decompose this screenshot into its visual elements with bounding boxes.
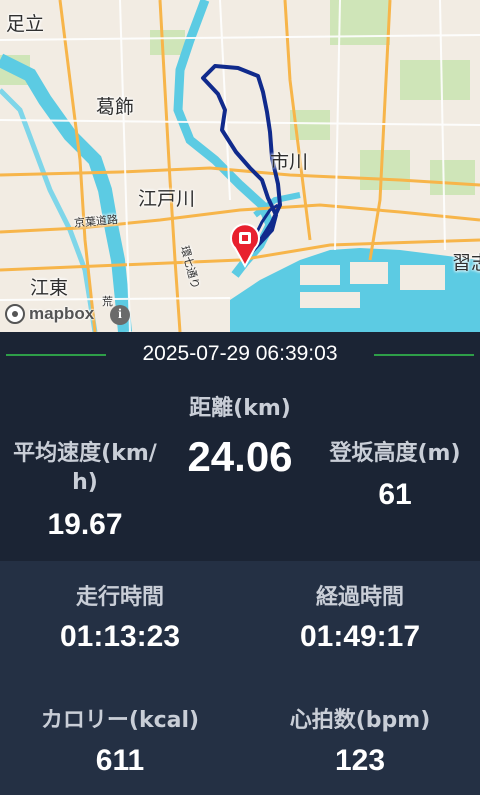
heart-rate-label: 心拍数(bpm)	[289, 708, 431, 733]
map-canvas	[0, 0, 480, 332]
map-label-ichikawa: 市川	[270, 151, 309, 173]
map-label-edogawa: 江戸川	[138, 188, 196, 210]
moving-time-value: 01:13:23	[59, 620, 181, 653]
calories-label: カロリー(kcal)	[40, 708, 200, 733]
avg-speed-value: 19.67	[47, 508, 123, 541]
info-icon[interactable]: i	[110, 305, 130, 325]
map-label-koto: 江東	[30, 277, 69, 299]
mapbox-mark-icon	[5, 304, 25, 324]
map-label-katsushika: 葛飾	[96, 96, 135, 118]
mapbox-logo[interactable]: mapbox	[5, 303, 94, 325]
map-label-narashino: 習志	[452, 252, 480, 274]
moving-time-label: 走行時間	[75, 585, 164, 610]
calories-value: 611	[95, 744, 145, 777]
date-divider-left	[6, 354, 106, 356]
date-divider-right	[374, 354, 474, 356]
distance-label: 距離(km)	[189, 396, 291, 421]
climb-label: 登坂高度(m)	[329, 441, 461, 466]
heart-rate-value: 123	[334, 744, 386, 777]
mapbox-wordmark: mapbox	[29, 304, 95, 323]
activity-datetime: 2025-07-29 06:39:03	[132, 342, 348, 366]
date-row: 2025-07-29 06:39:03	[0, 340, 480, 368]
map-label-adachi: 足立	[6, 13, 45, 35]
route-map[interactable]: 足立 葛飾 江戸川 江東 市川 習志 京葉道路 環七通り 荒 mapbox i	[0, 0, 480, 332]
map-label-ara: 荒	[102, 295, 113, 308]
distance-value: 24.06	[187, 433, 293, 480]
elapsed-time-value: 01:49:17	[299, 620, 421, 653]
avg-speed-label-line1: 平均速度(km/	[13, 441, 157, 466]
climb-value: 61	[378, 478, 412, 511]
avg-speed-label: 平均速度(km/ h)	[0, 440, 170, 497]
avg-speed-label-line2: h)	[72, 469, 98, 495]
elapsed-time-label: 経過時間	[315, 585, 404, 610]
